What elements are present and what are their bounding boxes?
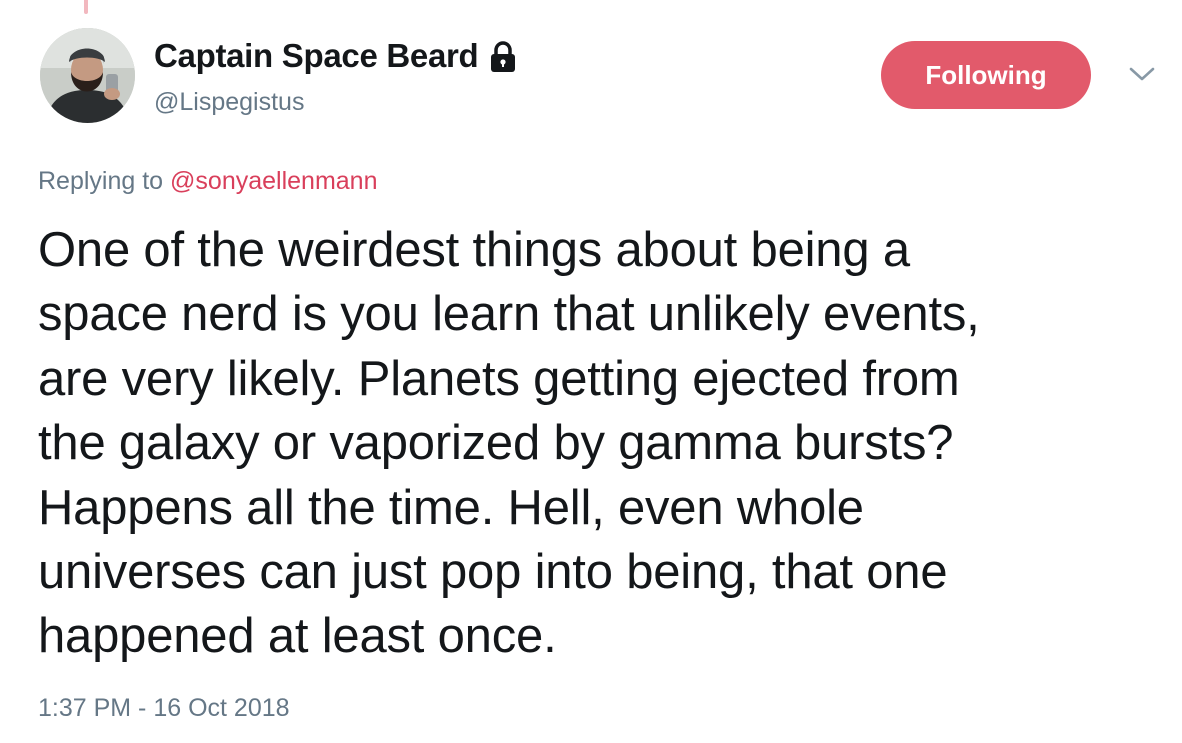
lock-icon	[488, 40, 518, 74]
tweet-timestamp[interactable]: 1:37 PM - 16 Oct 2018	[38, 692, 290, 724]
profile-photo	[40, 28, 135, 123]
avatar[interactable]	[40, 28, 135, 123]
author-name-row: Captain Space Beard	[154, 36, 518, 76]
chevron-down-icon[interactable]	[1128, 64, 1156, 84]
replying-to-line: Replying to @sonyaellenmann	[38, 165, 377, 197]
following-button[interactable]: Following	[881, 41, 1091, 109]
author-display-name[interactable]: Captain Space Beard	[154, 36, 479, 76]
replying-to-label: Replying to	[38, 167, 164, 195]
tweet-text: One of the weirdest things about being a…	[38, 223, 980, 664]
author-handle[interactable]: @Lispegistus	[154, 86, 304, 118]
thread-connector-line	[84, 0, 88, 14]
reply-mention-link[interactable]: @sonyaellenmann	[170, 167, 377, 195]
